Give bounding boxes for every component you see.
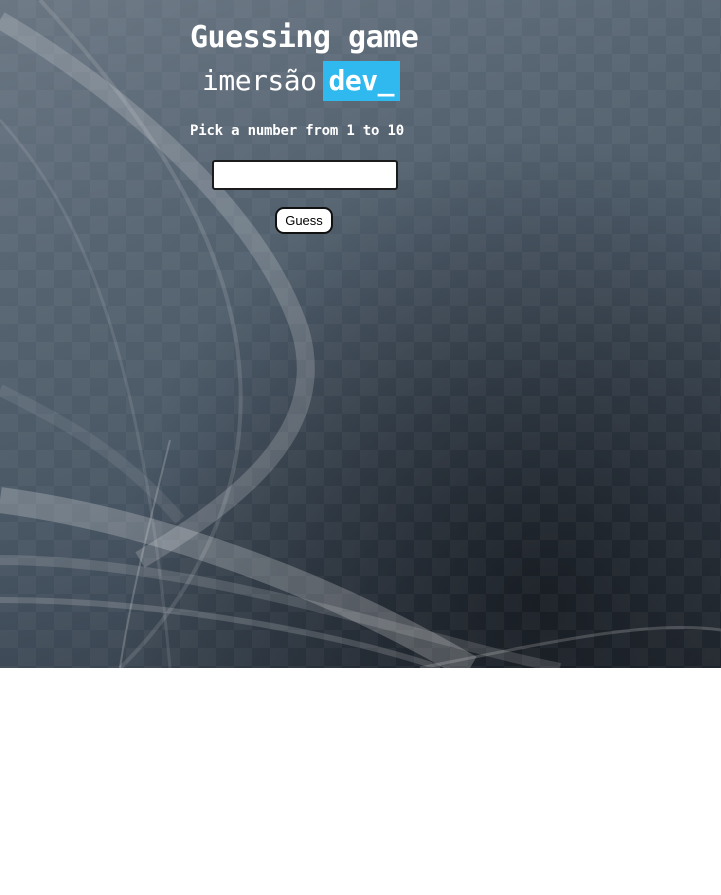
game-panel: Guessing game imersão dev_ Pick a number… (0, 0, 721, 668)
brand-logo: imersão dev_ (202, 61, 400, 101)
page-title: Guessing game (190, 20, 419, 55)
brand-tag: dev_ (322, 61, 400, 101)
brand-word: imersão (202, 64, 317, 97)
page-blank-area (0, 668, 721, 895)
guess-button[interactable]: Guess (275, 207, 333, 234)
hero-background: Guessing game imersão dev_ Pick a number… (0, 0, 721, 668)
guess-input[interactable] (212, 160, 398, 190)
instruction-text: Pick a number from 1 to 10 (190, 123, 404, 139)
